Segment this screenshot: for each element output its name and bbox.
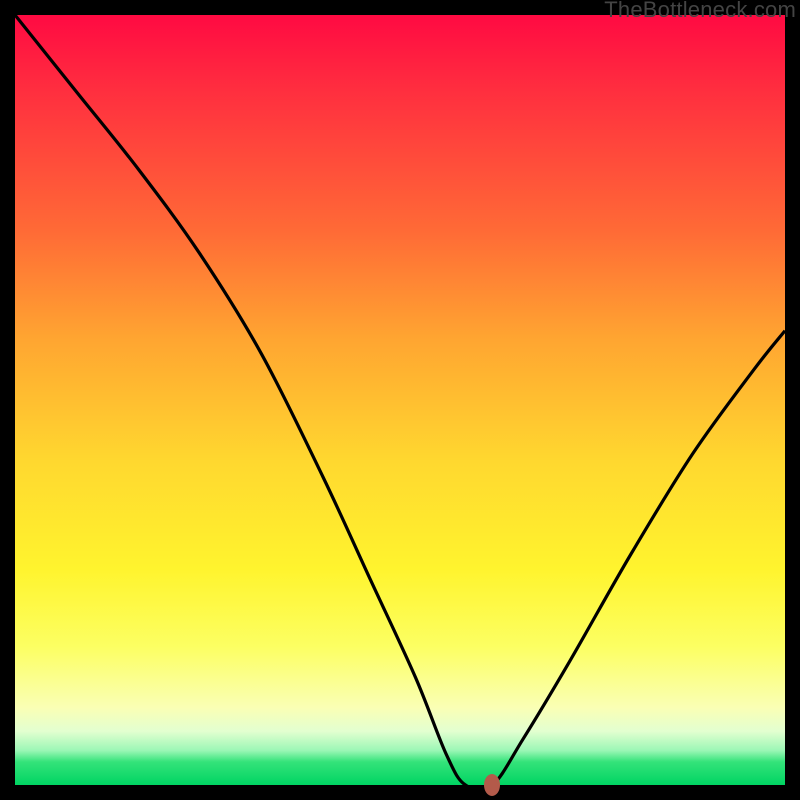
chart-frame [15,15,785,785]
curve-path [15,15,785,785]
watermark-text: TheBottleneck.com [604,0,796,23]
bottleneck-curve [15,15,785,785]
optimal-point-marker [484,774,500,796]
